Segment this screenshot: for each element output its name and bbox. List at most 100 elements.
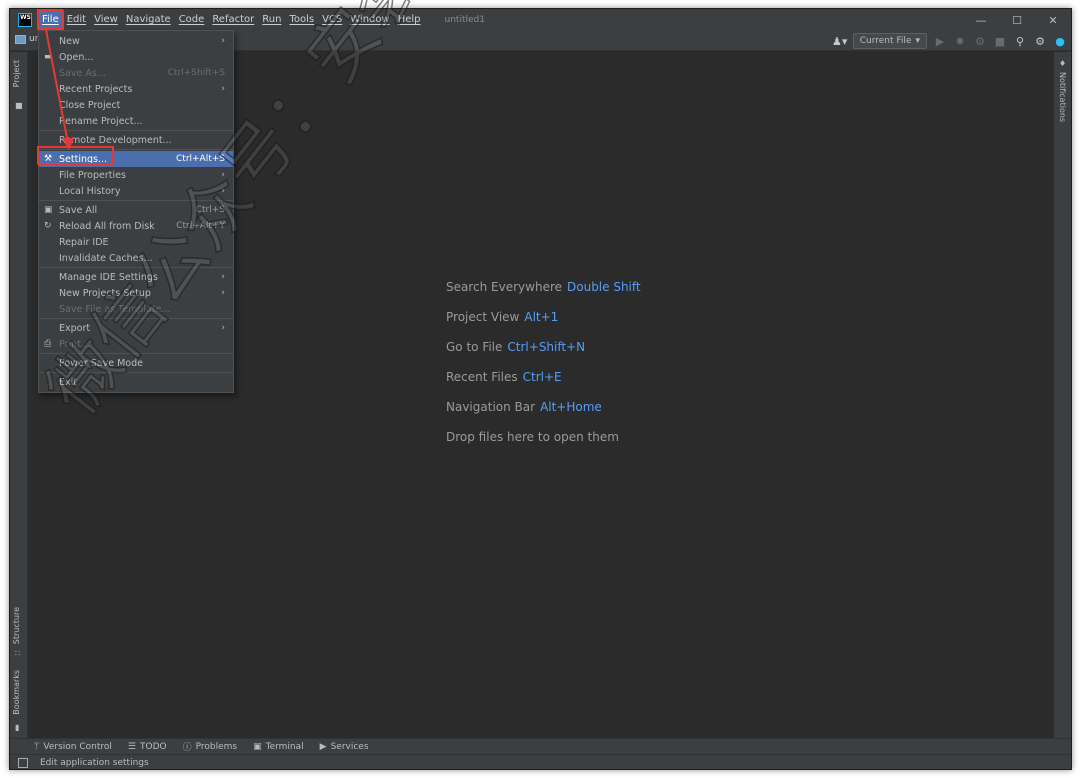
- menu-item-shortcut: Ctrl+Alt+S: [176, 154, 225, 164]
- info-icon: ⓘ: [182, 743, 192, 753]
- project-name: ur: [29, 34, 39, 44]
- status-bar: Edit application settings: [10, 754, 1071, 769]
- project-tool-tab[interactable]: Project: [12, 60, 21, 87]
- user-icon[interactable]: ♟▾: [832, 34, 847, 48]
- stop-icon[interactable]: ■: [993, 34, 1007, 48]
- menu-run[interactable]: Run: [258, 11, 285, 29]
- menu-item-label: Manage IDE Settings: [59, 271, 158, 283]
- tool-window-services[interactable]: ▶ Services: [320, 742, 369, 752]
- run-icon[interactable]: ▶: [933, 34, 947, 48]
- file-menu-item-new[interactable]: New ›: [39, 33, 233, 49]
- jetbrains-toolbox-icon[interactable]: ●: [1053, 34, 1067, 48]
- menu-item-label: New: [59, 35, 80, 47]
- chevron-right-icon: ›: [221, 272, 225, 282]
- navigation-bar[interactable]: ur: [15, 34, 38, 44]
- menu-separator: [39, 318, 233, 319]
- file-menu-item-close-project[interactable]: Close Project: [39, 97, 233, 113]
- hint-row: Go to File Ctrl+Shift+N: [446, 340, 641, 370]
- menu-edit[interactable]: Edit: [63, 11, 90, 29]
- maximize-icon[interactable]: ☐: [999, 9, 1035, 31]
- editor-hints: Search Everywhere Double Shift Project Vie…: [446, 280, 641, 460]
- close-icon[interactable]: ✕: [1035, 9, 1071, 31]
- hint-shortcut: Ctrl+Shift+N: [507, 340, 586, 354]
- tool-window-terminal[interactable]: ▣ Terminal: [253, 742, 304, 752]
- tool-window-problems[interactable]: ⓘ Problems: [182, 740, 238, 754]
- bookmarks-tool-tab[interactable]: Bookmarks: [12, 670, 21, 715]
- structure-tool-tab[interactable]: Structure: [12, 607, 21, 644]
- menu-separator: [39, 372, 233, 373]
- menu-item-label: Local History: [59, 185, 121, 197]
- minimize-icon[interactable]: —: [963, 9, 999, 31]
- chevron-right-icon: ›: [221, 288, 225, 298]
- play-circle-icon: ▶: [319, 741, 327, 752]
- menu-item-shortcut: Ctrl+Shift+S: [167, 68, 225, 78]
- menu-item-label: Repair IDE: [59, 236, 109, 248]
- hint-text: Recent Files: [446, 370, 518, 384]
- menu-separator: [39, 149, 233, 150]
- file-menu-item-recent-projects[interactable]: Recent Projects ›: [39, 81, 233, 97]
- file-menu-item-invalidate-caches[interactable]: Invalidate Caches...: [39, 250, 233, 266]
- file-menu-item-reload-all-from-disk[interactable]: ↻ Reload All from Disk Ctrl+Alt+Y: [39, 218, 233, 234]
- file-menu-item-file-properties[interactable]: File Properties ›: [39, 167, 233, 183]
- menu-code[interactable]: Code: [175, 11, 209, 29]
- search-icon[interactable]: ⚲: [1013, 34, 1027, 48]
- menu-file[interactable]: File: [37, 10, 64, 30]
- gear-icon[interactable]: ⚙: [1033, 34, 1047, 48]
- run-configuration-selector[interactable]: Current File ▾: [852, 33, 927, 49]
- menu-help[interactable]: Help: [394, 11, 425, 29]
- file-menu-item-exit[interactable]: Exit: [39, 374, 233, 390]
- file-menu-item-rename-project[interactable]: Rename Project...: [39, 113, 233, 129]
- hint-shortcut: Ctrl+E: [522, 370, 562, 384]
- file-menu-item-local-history[interactable]: Local History ›: [39, 183, 233, 199]
- chevron-right-icon: ›: [221, 323, 225, 333]
- hint-text: Drop files here to open them: [446, 430, 619, 444]
- menu-refactor[interactable]: Refactor: [208, 11, 258, 29]
- menu-view[interactable]: View: [90, 11, 122, 29]
- hint-row: Navigation Bar Alt+Home: [446, 400, 641, 430]
- menu-item-label: Remote Development...: [59, 134, 172, 146]
- menu-item-shortcut: Ctrl+Alt+Y: [176, 221, 225, 231]
- file-menu-item-save-all[interactable]: ▣ Save All Ctrl+S: [39, 202, 233, 218]
- menu-separator: [39, 353, 233, 354]
- project-folder-icon: [15, 34, 26, 44]
- menu-item-label: Recent Projects: [59, 83, 133, 95]
- file-menu-item-new-projects-setup[interactable]: New Projects Setup ›: [39, 285, 233, 301]
- menu-item-label: Save All: [59, 204, 98, 216]
- notifications-tool-tab[interactable]: Notifications: [1058, 72, 1067, 122]
- chevron-right-icon: ›: [221, 170, 225, 180]
- file-menu-item-export[interactable]: Export ›: [39, 320, 233, 336]
- coverage-icon[interactable]: ⚙: [973, 34, 987, 48]
- file-menu-item-settings[interactable]: ⚒ Settings... Ctrl+Alt+S: [39, 151, 233, 167]
- menu-navigate[interactable]: Navigate: [122, 11, 175, 29]
- hint-text: Navigation Bar: [446, 400, 536, 414]
- project-folder-icon: ■: [15, 101, 23, 110]
- project-tab-label: Project: [12, 60, 21, 88]
- file-menu-item-repair-ide[interactable]: Repair IDE: [39, 234, 233, 250]
- tool-window-label: Services: [330, 741, 369, 752]
- branch-icon: ᛘ: [34, 741, 40, 752]
- webstorm-logo-icon[interactable]: WS: [18, 13, 32, 27]
- file-menu-item-manage-ide-settings[interactable]: Manage IDE Settings ›: [39, 269, 233, 285]
- file-menu-item-remote-development[interactable]: Remote Development...: [39, 132, 233, 148]
- chevron-right-icon: ›: [221, 84, 225, 94]
- file-menu-item-power-save-mode[interactable]: Power Save Mode: [39, 355, 233, 371]
- bookmark-icon: ▮: [15, 723, 20, 732]
- menu-item-label: Invalidate Caches...: [59, 252, 153, 264]
- bell-icon: ♦: [1059, 59, 1067, 68]
- ide-window: WS File Edit View Navigate Code Refactor Run To…: [9, 8, 1072, 770]
- file-menu-item-save-as: Save As... Ctrl+Shift+S: [39, 65, 233, 81]
- window-controls: — ☐ ✕: [963, 9, 1071, 31]
- debug-icon[interactable]: ✹: [953, 34, 967, 48]
- menu-tools[interactable]: Tools: [285, 11, 318, 29]
- toggle-tool-windows-icon[interactable]: [18, 758, 28, 768]
- tool-window-todo[interactable]: ☰ TODO: [128, 742, 167, 752]
- toolbar-actions: ♟▾ Current File ▾ ▶ ✹ ⚙ ■ ⚲ ⚙ ●: [832, 32, 1067, 50]
- menu-item-label: Save As...: [59, 67, 106, 79]
- tool-window-version-control[interactable]: ᛘ Version Control: [34, 742, 112, 752]
- tool-window-label: Problems: [195, 741, 238, 752]
- print-icon: ⎙: [44, 339, 52, 349]
- menu-vcs[interactable]: VCS: [318, 11, 346, 29]
- file-menu-item-open[interactable]: ▬ Open...: [39, 49, 233, 65]
- menu-window[interactable]: Window: [346, 11, 393, 29]
- list-icon: ☰: [127, 741, 136, 752]
